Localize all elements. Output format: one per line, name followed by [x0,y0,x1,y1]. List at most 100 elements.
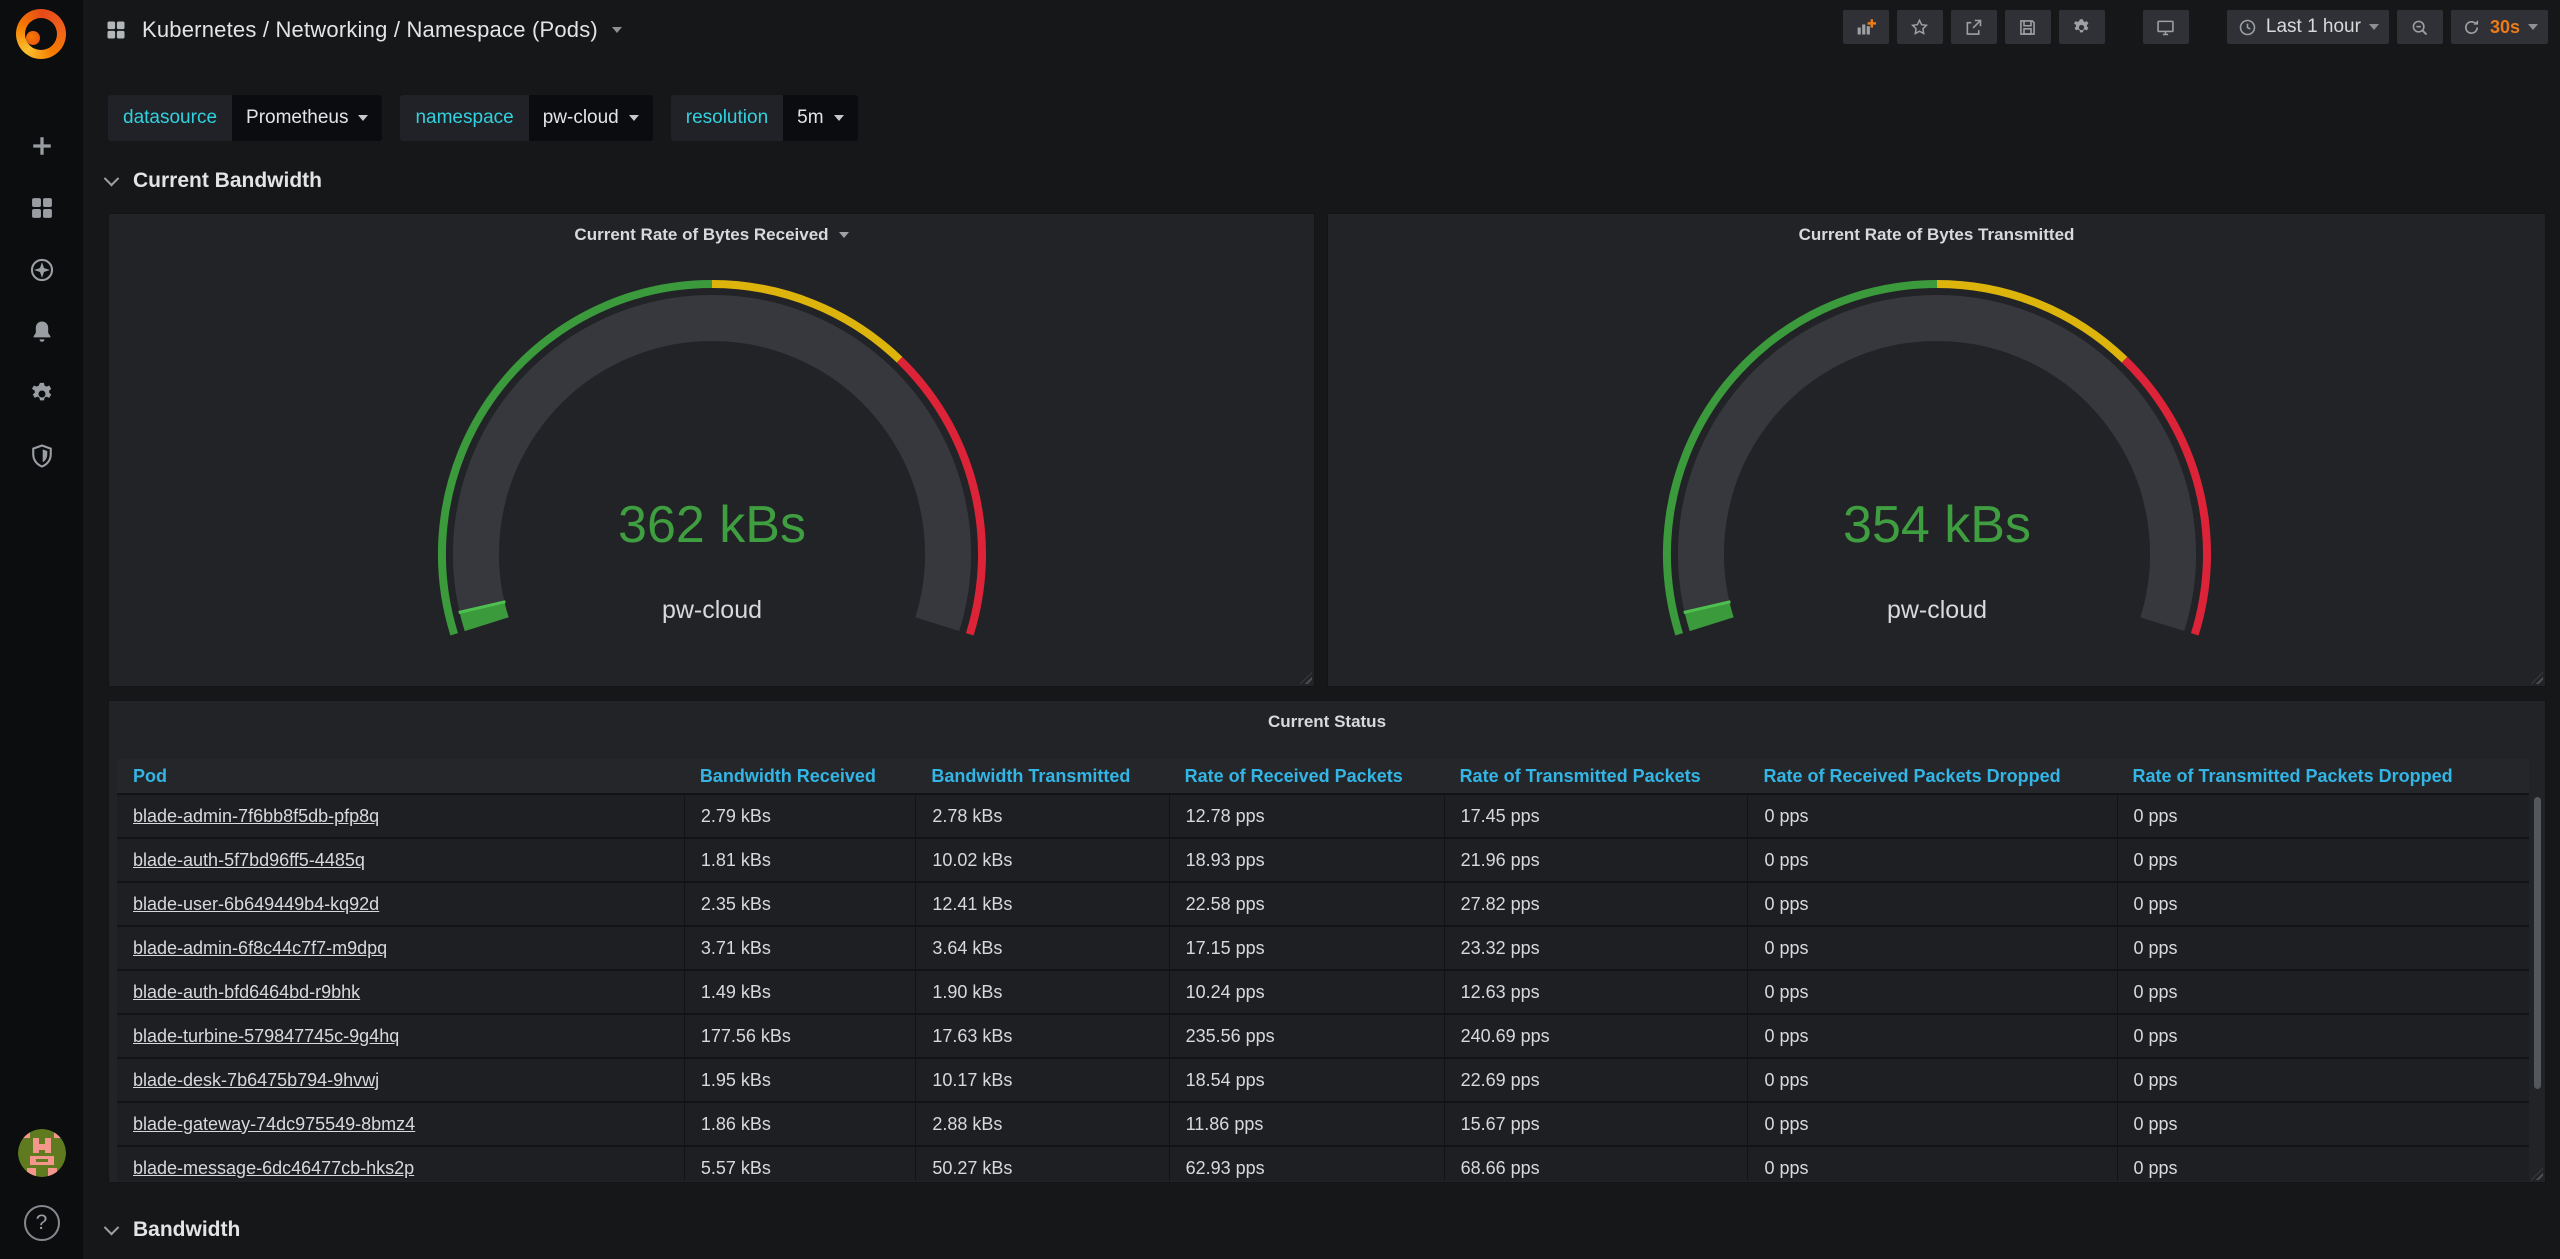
variable-datasource: datasource Prometheus [108,95,382,141]
table-row: blade-gateway-74dc975549-8bmz41.86 kBs2.… [117,1103,2529,1147]
user-avatar[interactable] [18,1129,66,1177]
gauge-track [1701,318,2173,624]
value-cell: 2.78 kBs [915,795,1168,839]
value-cell: 0 pps [1747,1015,2116,1059]
refresh-interval-caret-icon[interactable] [2528,24,2538,30]
pod-cell: blade-message-6dc46477cb-hks2p [117,1147,684,1181]
value-cell: 18.54 pps [1169,1059,1444,1103]
value-cell: 177.56 kBs [684,1015,916,1059]
value-cell: 18.93 pps [1169,839,1444,883]
value-cell: 12.41 kBs [915,883,1168,927]
gauge-value-arc [1707,607,1712,624]
pod-link[interactable]: blade-user-6b649449b4-kq92d [133,894,379,914]
value-cell: 0 pps [1747,1059,2116,1103]
title-caret-icon[interactable] [612,27,622,33]
value-cell: 0 pps [2117,971,2530,1015]
refresh-button[interactable]: 30s [2451,10,2548,44]
value-cell: 12.63 pps [1444,971,1748,1015]
variable-resolution-select[interactable]: 5m [783,95,857,141]
gauge-value-arc [482,607,487,624]
variable-namespace-value: pw-cloud [543,107,619,129]
column-header[interactable]: Rate of Received Packets [1169,759,1444,795]
tv-monitor-icon [2155,17,2176,38]
help-question-icon: ? [36,1211,48,1235]
time-range-picker[interactable]: Last 1 hour [2227,10,2389,44]
value-cell: 5.57 kBs [684,1147,916,1181]
add-panel-button[interactable] [1843,10,1889,44]
refresh-interval-label[interactable]: 30s [2490,17,2520,38]
save-button[interactable] [2005,10,2051,44]
panel-bytes-transmitted: Current Rate of Bytes Transmitted 354 kB… [1327,213,2546,687]
refresh-icon [2461,17,2482,38]
gear-icon [2071,17,2092,38]
section-title: Bandwidth [133,1218,240,1242]
value-cell: 27.82 pps [1444,883,1748,927]
row-current-bandwidth[interactable]: Current Bandwidth [106,163,322,199]
column-header[interactable]: Rate of Received Packets Dropped [1747,759,2116,795]
sidebar-item-configuration[interactable] [28,380,56,408]
column-header[interactable]: Bandwidth Received [684,759,916,795]
value-cell: 0 pps [1747,795,2116,839]
sidebar-item-alerting[interactable] [28,318,56,346]
sidebar-item-create[interactable] [28,132,56,160]
row-bandwidth[interactable]: Bandwidth [106,1212,240,1248]
share-button[interactable] [1951,10,1997,44]
table-row: blade-admin-6f8c44c7f7-m9dpq3.71 kBs3.64… [117,927,2529,971]
dashboard-title[interactable]: Kubernetes / Networking / Namespace (Pod… [142,17,598,43]
value-cell: 1.90 kBs [915,971,1168,1015]
column-header[interactable]: Rate of Transmitted Packets [1444,759,1748,795]
variable-namespace-select[interactable]: pw-cloud [529,95,653,141]
sidebar-item-server-admin[interactable] [28,442,56,470]
panel-current-status: Current Status PodBandwidth ReceivedBand… [108,700,2546,1183]
pod-cell: blade-turbine-579847745c-9g4hq [117,1015,684,1059]
grafana-logo-icon[interactable] [16,9,66,59]
panel-title[interactable]: Current Rate of Bytes Transmitted [1328,214,2545,250]
column-header[interactable]: Pod [117,759,684,795]
help-button[interactable]: ? [24,1205,60,1241]
value-cell: 0 pps [1747,883,2116,927]
value-cell: 240.69 pps [1444,1015,1748,1059]
variable-datasource-select[interactable]: Prometheus [232,95,382,141]
value-cell: 17.63 kBs [915,1015,1168,1059]
template-variables: datasource Prometheus namespace pw-cloud… [108,95,858,141]
sidebar-item-explore[interactable] [28,256,56,284]
pod-link[interactable]: blade-message-6dc46477cb-hks2p [133,1158,414,1178]
panel-resize-handle[interactable] [2531,1168,2543,1180]
panel-resize-handle[interactable] [1300,672,1312,684]
table-scrollbar[interactable] [2534,797,2541,1089]
pod-link[interactable]: blade-turbine-579847745c-9g4hq [133,1026,399,1046]
pod-link[interactable]: blade-admin-7f6bb8f5db-pfp8q [133,806,379,826]
cycle-view-mode-button[interactable] [2143,10,2189,44]
pod-link[interactable]: blade-auth-bfd6464bd-r9bhk [133,982,360,1002]
value-cell: 3.64 kBs [915,927,1168,971]
value-cell: 0 pps [2117,1147,2530,1181]
value-cell: 21.96 pps [1444,839,1748,883]
panel-menu-caret-icon[interactable] [839,232,849,238]
panel-title[interactable]: Current Status [109,701,2545,737]
dashboard-grid-icon[interactable] [104,18,128,42]
shield-icon [28,442,56,470]
zoom-out-button[interactable] [2397,10,2443,44]
variable-datasource-value: Prometheus [246,107,348,129]
star-icon [1909,17,1930,38]
toolbar: Last 1 hour 30s [1843,10,2548,44]
sidebar-item-dashboards[interactable] [28,194,56,222]
star-button[interactable] [1897,10,1943,44]
table-row: blade-auth-bfd6464bd-r9bhk1.49 kBs1.90 k… [117,971,2529,1015]
value-cell: 0 pps [2117,927,2530,971]
pod-link[interactable]: blade-desk-7b6475b794-9hvwj [133,1070,379,1090]
dashboard-settings-button[interactable] [2059,10,2105,44]
table-row: blade-desk-7b6475b794-9hvwj1.95 kBs10.17… [117,1059,2529,1103]
value-cell: 62.93 pps [1169,1147,1444,1181]
value-cell: 10.02 kBs [915,839,1168,883]
panel-resize-handle[interactable] [2531,672,2543,684]
pod-link[interactable]: blade-auth-5f7bd96ff5-4485q [133,850,365,870]
value-cell: 2.79 kBs [684,795,916,839]
panel-title[interactable]: Current Rate of Bytes Received [109,214,1314,250]
pod-link[interactable]: blade-gateway-74dc975549-8bmz4 [133,1114,415,1134]
column-header[interactable]: Bandwidth Transmitted [915,759,1168,795]
column-header[interactable]: Rate of Transmitted Packets Dropped [2117,759,2530,795]
pod-link[interactable]: blade-admin-6f8c44c7f7-m9dpq [133,938,387,958]
gauge-track [476,318,948,624]
pod-cell: blade-auth-5f7bd96ff5-4485q [117,839,684,883]
